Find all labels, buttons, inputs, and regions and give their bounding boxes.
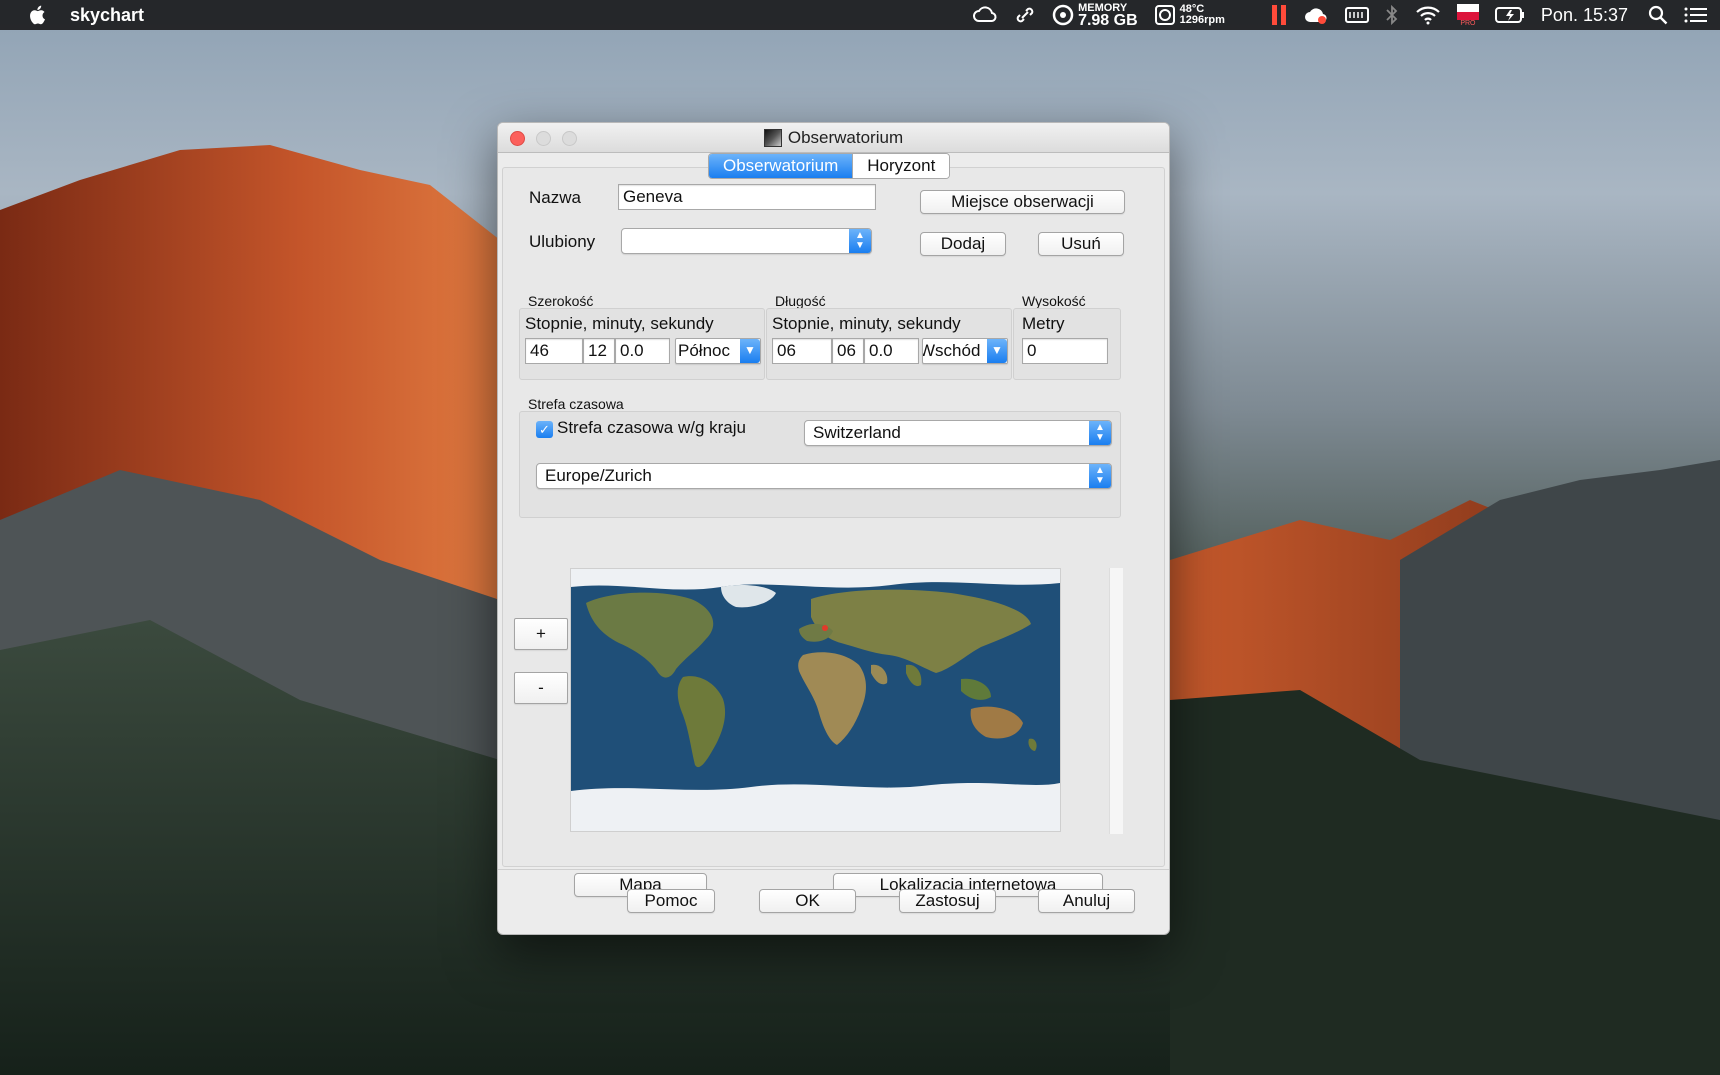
latitude-group: Stopnie, minuty, sekundy 46 12 0.0 Półno… xyxy=(519,308,765,380)
notification-center-icon[interactable] xyxy=(1684,5,1708,25)
latitude-hemisphere-value: Północ xyxy=(678,341,730,360)
spotlight-search-icon[interactable] xyxy=(1648,5,1668,25)
map-vertical-scrollbar[interactable] xyxy=(1109,568,1123,834)
altitude-input[interactable]: 0 xyxy=(1022,338,1108,364)
timezone-by-country-checkbox[interactable]: ✓ xyxy=(536,421,553,438)
longitude-degrees-input[interactable]: 06 xyxy=(772,338,832,364)
pause-icon[interactable] xyxy=(1271,4,1287,26)
altitude-subtitle: Metry xyxy=(1022,314,1065,333)
tab-observatory[interactable]: Obserwatorium xyxy=(709,154,853,178)
skychart-app-icon xyxy=(763,129,782,147)
favorite-select[interactable]: ▲ ▼ xyxy=(621,228,872,254)
battery-icon[interactable] xyxy=(1494,6,1525,24)
latitude-title: Szerokość xyxy=(528,293,594,309)
ok-button[interactable]: OK xyxy=(759,889,856,913)
help-button[interactable]: Pomoc xyxy=(627,889,715,913)
wifi-icon[interactable] xyxy=(1415,5,1441,25)
longitude-title: Długość xyxy=(775,293,826,309)
bluetooth-icon[interactable] xyxy=(1385,4,1399,26)
chevron-up-down-icon: ▲ ▼ xyxy=(1089,421,1111,445)
latitude-minutes-input[interactable]: 12 xyxy=(583,338,615,364)
chevron-up-down-icon: ▲ ▼ xyxy=(1089,464,1111,488)
latitude-subtitle: Stopnie, minuty, sekundy xyxy=(525,314,714,333)
menu-bar: skychart MEMORY 7.98 GB 48°C 1296rpm PRO… xyxy=(0,0,1720,30)
name-input[interactable]: Geneva xyxy=(618,184,876,210)
memory-value: 7.98 GB xyxy=(1078,11,1138,29)
creative-cloud-icon[interactable] xyxy=(972,5,998,25)
observation-place-button[interactable]: Miejsce obserwacji xyxy=(920,190,1125,214)
altitude-group: Metry 0 xyxy=(1013,308,1121,380)
chevron-down-icon: ▼ xyxy=(740,339,760,363)
app-menu-name[interactable]: skychart xyxy=(70,5,144,26)
add-button[interactable]: Dodaj xyxy=(920,232,1006,256)
timezone-select-value: Europe/Zurich xyxy=(545,466,652,485)
cloud-sync-icon[interactable] xyxy=(1303,4,1329,26)
latitude-hemisphere-select[interactable]: Północ ▼ xyxy=(675,338,761,364)
world-map[interactable] xyxy=(570,568,1061,832)
tab-horizon[interactable]: Horyzont xyxy=(852,154,950,178)
timezone-group: ✓ Strefa czasowa w/g kraju Switzerland ▲… xyxy=(519,411,1121,518)
longitude-subtitle: Stopnie, minuty, sekundy xyxy=(772,314,961,333)
apple-icon[interactable] xyxy=(26,3,50,27)
observatory-dialog: Obserwatorium Nazwa Geneva Miejsce obser… xyxy=(497,122,1170,935)
window-title: Obserwatorium xyxy=(787,128,904,147)
favorite-label: Ulubiony xyxy=(529,232,596,251)
longitude-minutes-input[interactable]: 06 xyxy=(832,338,864,364)
observatory-tab-panel: Nazwa Geneva Miejsce obserwacji Ulubiony… xyxy=(502,167,1165,897)
world-map-image[interactable] xyxy=(571,569,1060,831)
timezone-select[interactable]: Europe/Zurich ▲ ▼ xyxy=(536,463,1112,489)
latitude-seconds-input[interactable]: 0.0 xyxy=(615,338,670,364)
longitude-group: Stopnie, minuty, sekundy 06 06 0.0 Wschó… xyxy=(766,308,1012,380)
menubar-clock[interactable]: Pon. 15:37 xyxy=(1541,5,1628,26)
longitude-hemisphere-select[interactable]: Wschód ▼ xyxy=(922,338,1008,364)
input-source-flag-icon[interactable]: PRO xyxy=(1456,3,1479,27)
country-select[interactable]: Switzerland ▲ ▼ xyxy=(804,420,1112,446)
observer-location-marker xyxy=(822,625,828,631)
flag-badge: PRO xyxy=(1460,19,1476,27)
dialog-tabs: Obserwatorium Horyzont xyxy=(708,153,951,179)
chevron-down-icon: ▼ xyxy=(987,339,1007,363)
name-label: Nazwa xyxy=(529,188,581,207)
footer-separator xyxy=(498,869,1169,870)
altitude-title: Wysokość xyxy=(1022,293,1086,309)
link-icon[interactable] xyxy=(1014,5,1036,25)
zoom-in-button[interactable]: + xyxy=(514,618,568,650)
latitude-degrees-input[interactable]: 46 xyxy=(525,338,583,364)
keyboard-icon[interactable] xyxy=(1344,5,1369,25)
remove-button[interactable]: Usuń xyxy=(1038,232,1124,256)
chevron-up-down-icon: ▲ ▼ xyxy=(849,229,871,253)
zoom-out-button[interactable]: - xyxy=(514,672,568,704)
fan-speed-value: 1296rpm xyxy=(1179,14,1225,26)
fan-icon xyxy=(1154,5,1175,25)
longitude-seconds-input[interactable]: 0.0 xyxy=(864,338,919,364)
cancel-button[interactable]: Anuluj xyxy=(1038,889,1135,913)
country-select-value: Switzerland xyxy=(813,423,901,442)
longitude-hemisphere-value: Wschód xyxy=(922,341,981,360)
memory-monitor[interactable]: MEMORY 7.98 GB xyxy=(1052,2,1138,29)
window-titlebar[interactable]: Obserwatorium xyxy=(498,123,1169,153)
temperature-monitor[interactable]: 48°C 1296rpm xyxy=(1154,4,1225,26)
timezone-by-country-label[interactable]: Strefa czasowa w/g kraju xyxy=(557,418,746,438)
gauge-icon xyxy=(1052,4,1074,26)
apply-button[interactable]: Zastosuj xyxy=(899,889,996,913)
timezone-title: Strefa czasowa xyxy=(528,396,624,412)
